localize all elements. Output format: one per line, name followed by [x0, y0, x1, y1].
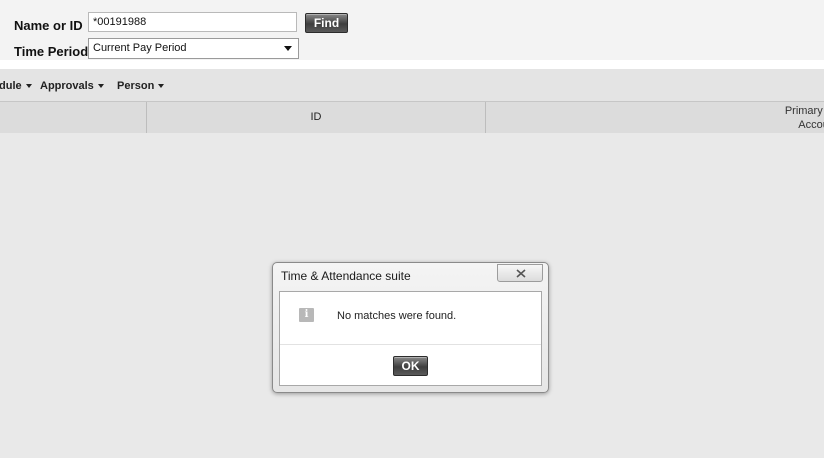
time-period-select[interactable]: Current Pay Period	[88, 38, 299, 59]
caret-down-icon	[158, 84, 165, 89]
close-button[interactable]	[497, 264, 543, 282]
caret-down-icon	[25, 84, 32, 89]
close-icon	[516, 269, 526, 278]
menu-approvals-label: Approvals	[40, 80, 94, 92]
name-or-id-label: Name or ID	[14, 18, 83, 33]
action-menu-bar: dule Approvals Person	[0, 69, 824, 101]
column-header-primary-line2: Account	[798, 119, 824, 131]
dialog-divider	[280, 344, 541, 345]
dialog-body: i No matches were found. OK	[279, 291, 542, 386]
ok-button[interactable]: OK	[393, 356, 428, 376]
menu-schedule-label: dule	[0, 80, 22, 92]
time-period-value: Current Pay Period	[93, 42, 187, 54]
info-icon: i	[299, 308, 314, 322]
name-or-id-input[interactable]: *00191988	[88, 12, 297, 32]
grid-header: ID Primary La Account	[0, 101, 824, 134]
column-header-primary-account[interactable]: Primary La Account	[738, 104, 824, 132]
search-panel: Name or ID *00191988 Find Time Period Cu…	[0, 0, 824, 60]
column-header-id[interactable]: ID	[147, 102, 485, 133]
find-button[interactable]: Find	[305, 13, 348, 33]
menu-schedule[interactable]: dule	[0, 80, 32, 92]
column-header-primary-line1: Primary La	[784, 105, 824, 117]
message-dialog: Time & Attendance suite i No matches wer…	[272, 262, 549, 393]
time-period-label: Time Period	[14, 44, 89, 59]
dialog-title: Time & Attendance suite	[281, 269, 411, 283]
menu-person-label: Person	[117, 80, 155, 92]
separator	[0, 60, 824, 69]
caret-down-icon	[97, 84, 104, 89]
dialog-message: No matches were found.	[337, 310, 457, 322]
menu-approvals[interactable]: Approvals	[40, 80, 104, 92]
column-divider[interactable]	[485, 102, 486, 133]
menu-person[interactable]: Person	[117, 80, 165, 92]
chevron-down-icon	[284, 46, 292, 51]
